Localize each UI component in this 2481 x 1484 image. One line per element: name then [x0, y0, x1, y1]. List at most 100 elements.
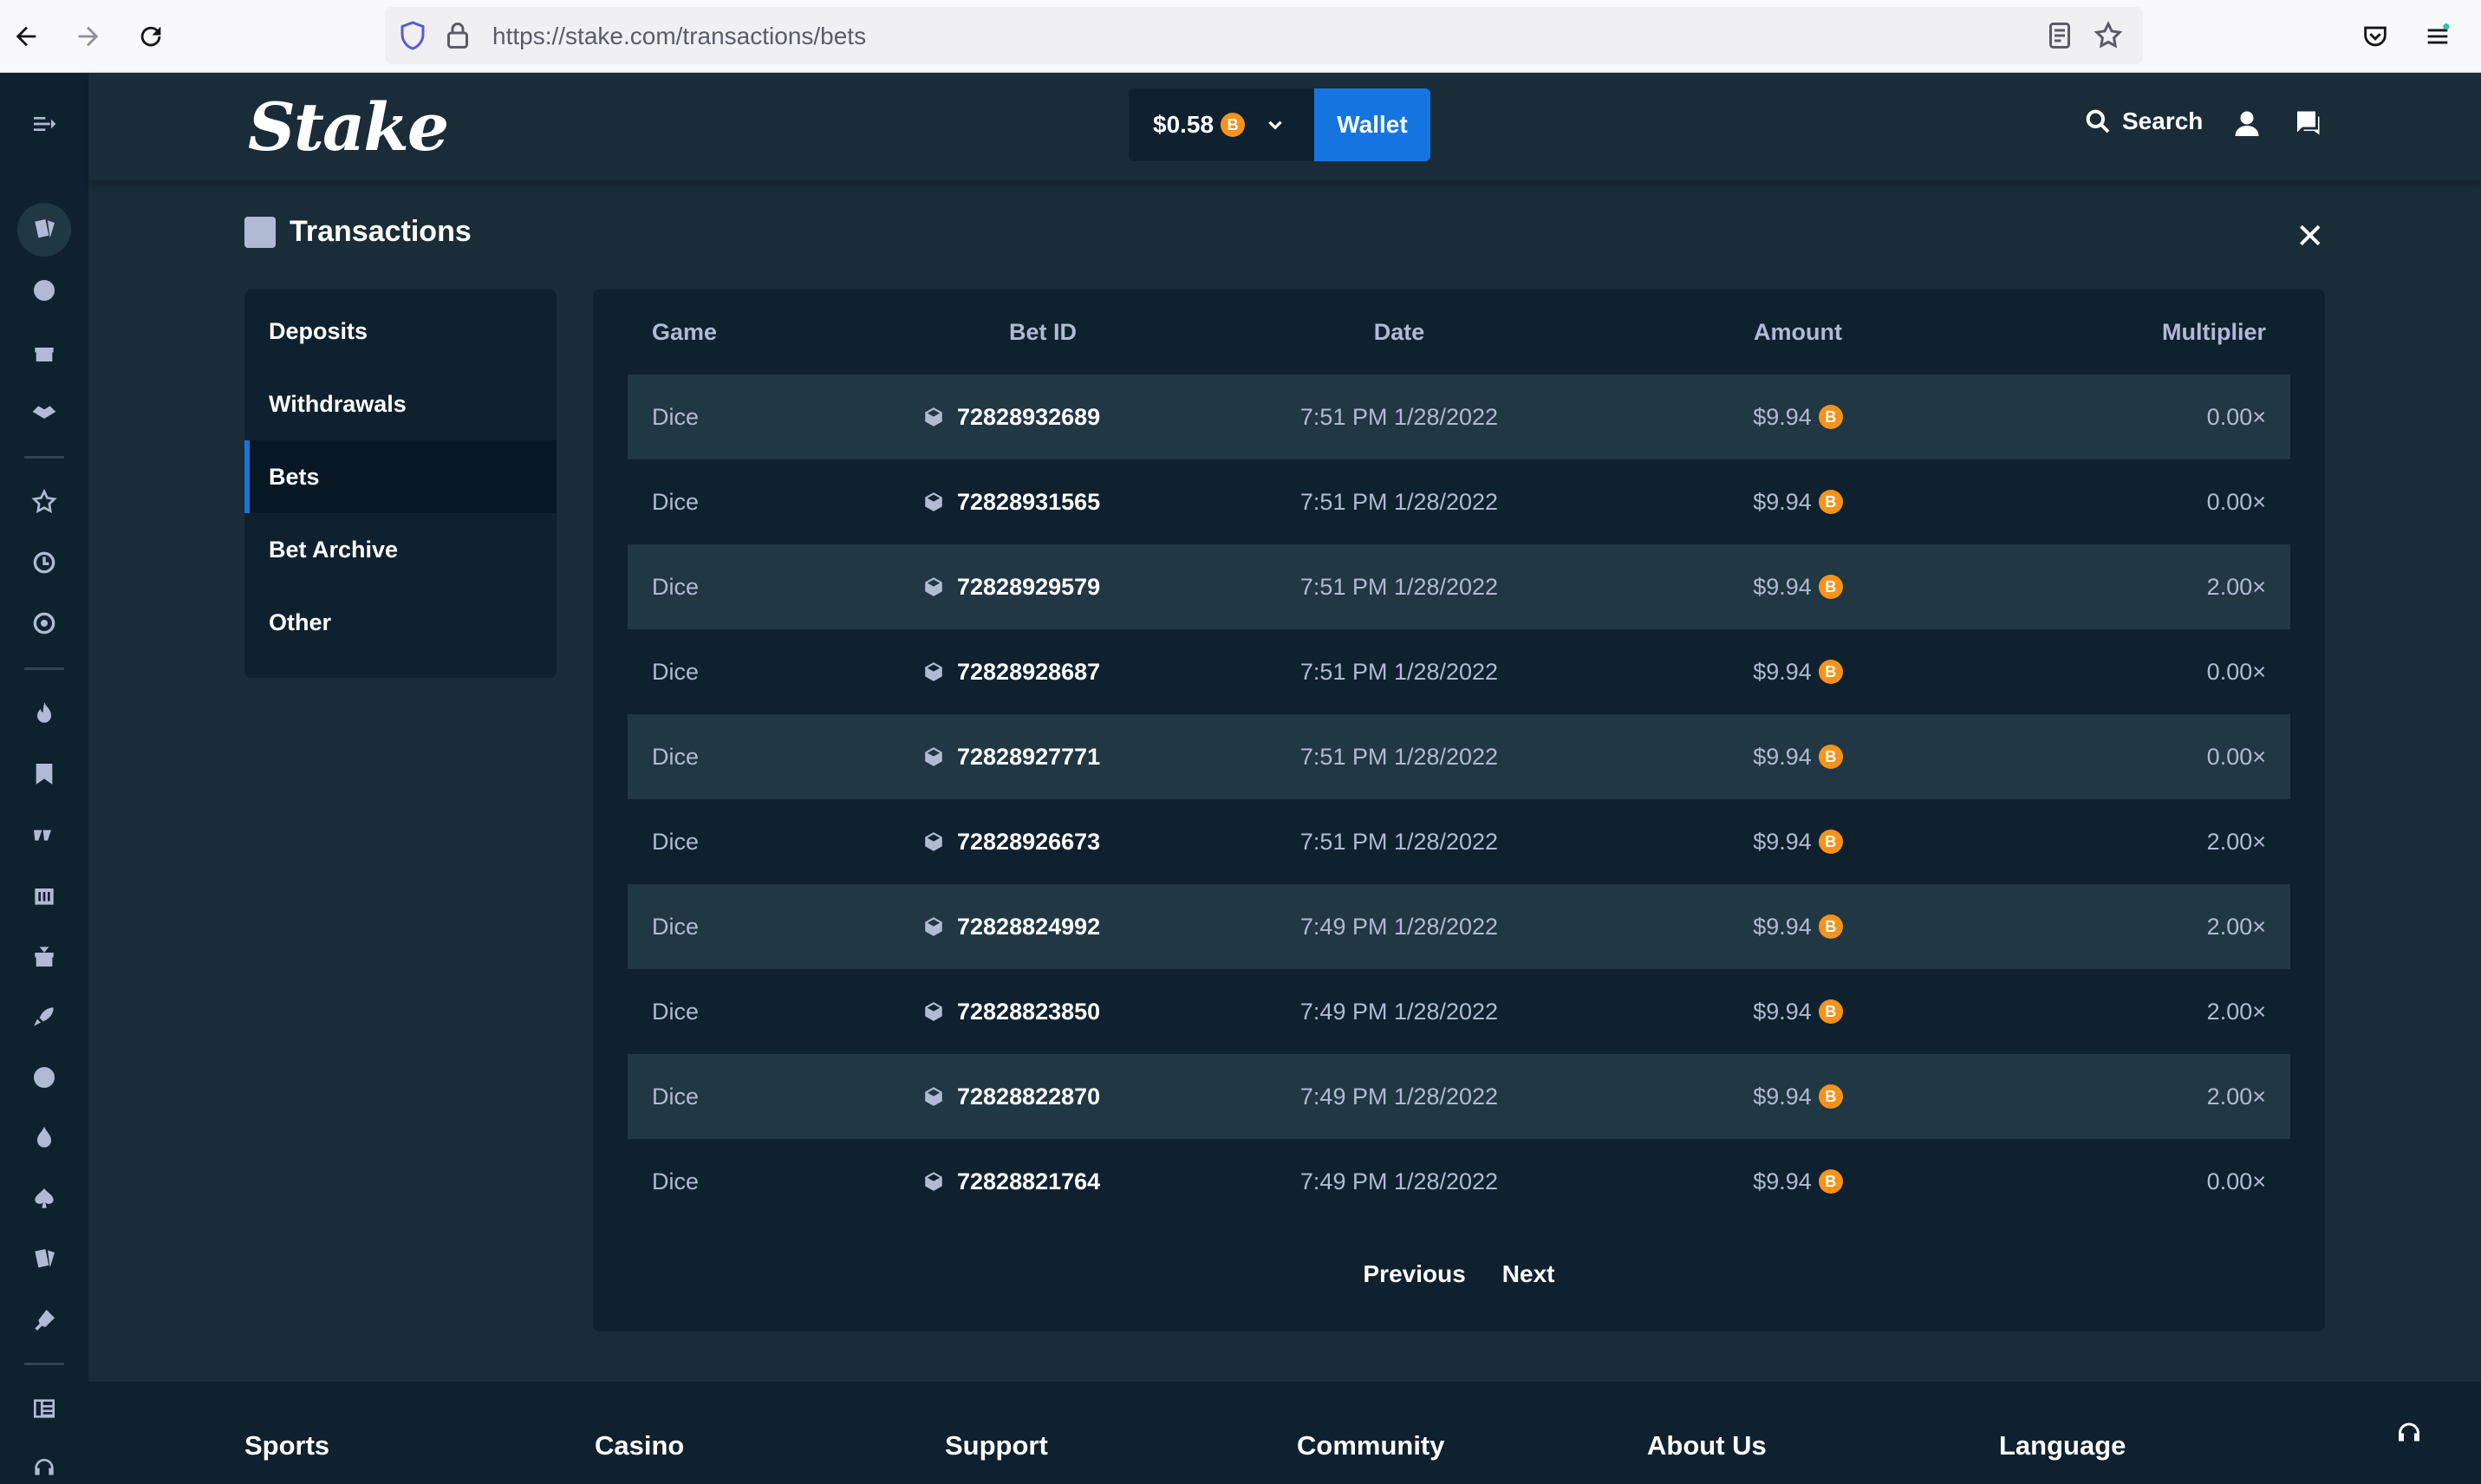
- challenges-icon[interactable]: [17, 596, 71, 650]
- bet-id-text[interactable]: 72828932689: [957, 404, 1100, 431]
- live-chat-button[interactable]: [2365, 1399, 2453, 1470]
- cell-bet-id[interactable]: 72828931565: [922, 489, 1182, 516]
- fire-icon[interactable]: [17, 1111, 71, 1165]
- balance-amount: $0.58: [1153, 111, 1214, 138]
- reload-button[interactable]: [130, 16, 172, 57]
- cell-multiplier: 2.00×: [2206, 998, 2266, 1025]
- url-text[interactable]: https://stake.com/transactions/bets: [492, 23, 866, 50]
- back-button[interactable]: [5, 16, 47, 57]
- cell-bet-id[interactable]: 72828927771: [922, 744, 1182, 771]
- promotions-icon[interactable]: [17, 324, 71, 378]
- rail-divider: [24, 667, 64, 670]
- poker-icon[interactable]: [17, 1172, 71, 1226]
- bet-id-text[interactable]: 72828927771: [957, 744, 1100, 771]
- header-bet-id: Bet ID: [1009, 318, 1078, 345]
- sports-icon[interactable]: [17, 264, 71, 317]
- casino-icon[interactable]: [17, 203, 71, 257]
- dice-icon: [925, 832, 942, 851]
- lock-icon[interactable]: [442, 20, 473, 51]
- bitcoin-icon: B: [1818, 575, 1843, 599]
- footer-casino: Casino: [595, 1430, 685, 1461]
- bet-id-text[interactable]: 72828821764: [957, 1168, 1100, 1195]
- slots-icon[interactable]: [17, 869, 71, 922]
- bet-id-text[interactable]: 72828823850: [957, 999, 1100, 1025]
- bitcoin-icon: B: [1818, 999, 1843, 1024]
- cell-multiplier: 2.00×: [2206, 1083, 2266, 1110]
- stake-originals-icon[interactable]: [17, 808, 71, 862]
- live-support-icon[interactable]: [17, 1442, 71, 1484]
- bet-id-text[interactable]: 72828931565: [957, 489, 1100, 516]
- bitcoin-icon: B: [1818, 1084, 1843, 1109]
- reader-view-icon[interactable]: [2044, 20, 2075, 51]
- forward-button[interactable]: [68, 16, 109, 57]
- bitcoin-icon: B: [1818, 745, 1843, 769]
- dice-icon: [925, 1002, 942, 1021]
- cell-date: 7:51 PM 1/28/2022: [1299, 658, 1499, 685]
- address-bar[interactable]: https://stake.com/transactions/bets: [385, 7, 2143, 64]
- favourites-icon[interactable]: [17, 475, 71, 529]
- table-row: Dice 72828927771 7:51 PM 1/28/2022 $9.94 B 0.…: [628, 714, 2290, 799]
- rocket-icon[interactable]: [17, 990, 71, 1044]
- scratch-icon[interactable]: [17, 1293, 71, 1347]
- bookmark-icon[interactable]: [17, 747, 71, 801]
- menu-toggle-icon[interactable]: [17, 97, 71, 151]
- blog-icon[interactable]: [17, 1382, 71, 1435]
- bitcoin-icon: B: [1818, 405, 1843, 429]
- casino-chips-icon[interactable]: [17, 1233, 71, 1286]
- table-row: Dice 72828926673 7:51 PM 1/28/2022 $9.94 B 2.…: [628, 799, 2290, 884]
- menu-item-withdrawals[interactable]: Withdrawals: [244, 368, 557, 440]
- stake-logo[interactable]: Stake: [248, 88, 449, 166]
- menu-item-bets[interactable]: Bets: [244, 440, 557, 513]
- previous-button[interactable]: Previous: [1364, 1260, 1466, 1288]
- table-row: Dice 72828823850 7:49 PM 1/28/2022 $9.94 B 2.…: [628, 969, 2290, 1054]
- pocket-button[interactable]: [2354, 16, 2396, 57]
- bitcoin-icon: B: [1818, 660, 1843, 684]
- cell-game: Dice: [652, 913, 700, 940]
- search-icon: [2086, 109, 2110, 133]
- game-shows-icon[interactable]: [17, 1051, 71, 1104]
- table-row: Dice 72828932689 7:51 PM 1/28/2022 $9.94 B 0.…: [628, 374, 2290, 459]
- cell-bet-id[interactable]: 72828821764: [922, 1168, 1182, 1195]
- cell-game: Dice: [652, 1083, 700, 1110]
- cell-bet-id[interactable]: 72828932689: [922, 404, 1182, 431]
- hot-icon[interactable]: [17, 687, 71, 740]
- table-row: Dice 72828928687 7:51 PM 1/28/2022 $9.94 B 0.…: [628, 629, 2290, 714]
- search-button[interactable]: Search: [2084, 107, 2203, 135]
- cell-game: Dice: [652, 1168, 700, 1194]
- cell-bet-id[interactable]: 72828822870: [922, 1084, 1182, 1110]
- bookmark-star-icon[interactable]: [2093, 20, 2124, 51]
- wallet-button[interactable]: Wallet: [1314, 88, 1430, 161]
- next-button[interactable]: Next: [1502, 1260, 1555, 1288]
- cell-bet-id[interactable]: 72828928687: [922, 659, 1182, 686]
- hamburger-icon: [2427, 23, 2450, 44]
- bitcoin-icon: B: [1221, 113, 1246, 137]
- balance-selector[interactable]: $0.58 B: [1129, 88, 1316, 161]
- chevron-down-icon: [1268, 120, 1282, 130]
- cell-amount: $9.94 B: [1616, 1168, 1980, 1195]
- cell-bet-id[interactable]: 72828929579: [922, 574, 1182, 601]
- live-casino-icon[interactable]: [17, 929, 71, 983]
- recent-icon[interactable]: [17, 536, 71, 589]
- affiliate-icon[interactable]: [17, 385, 71, 439]
- user-icon[interactable]: [2231, 107, 2266, 142]
- bet-id-text[interactable]: 72828824992: [957, 914, 1100, 941]
- cell-bet-id[interactable]: 72828926673: [922, 829, 1182, 856]
- shield-icon[interactable]: [397, 20, 428, 51]
- bet-id-text[interactable]: 72828822870: [957, 1084, 1100, 1110]
- cell-bet-id[interactable]: 72828824992: [922, 914, 1182, 941]
- menu-item-bet-archive[interactable]: Bet Archive: [244, 513, 557, 586]
- cell-multiplier: 2.00×: [2206, 828, 2266, 855]
- amount-text: $9.94: [1753, 488, 1812, 515]
- bet-id-text[interactable]: 72828926673: [957, 829, 1100, 856]
- bet-id-text[interactable]: 72828928687: [957, 659, 1100, 686]
- dice-icon: [925, 917, 942, 936]
- cell-bet-id[interactable]: 72828823850: [922, 999, 1182, 1025]
- bet-id-text[interactable]: 72828929579: [957, 574, 1100, 601]
- cell-amount: $9.94 B: [1616, 659, 1980, 686]
- app-menu-button[interactable]: [2417, 16, 2458, 57]
- close-icon[interactable]: ✕: [2295, 217, 2325, 257]
- chat-icon[interactable]: [2292, 107, 2327, 142]
- menu-item-deposits[interactable]: Deposits: [244, 295, 557, 368]
- cell-date: 7:51 PM 1/28/2022: [1299, 403, 1499, 430]
- menu-item-other[interactable]: Other: [244, 586, 557, 659]
